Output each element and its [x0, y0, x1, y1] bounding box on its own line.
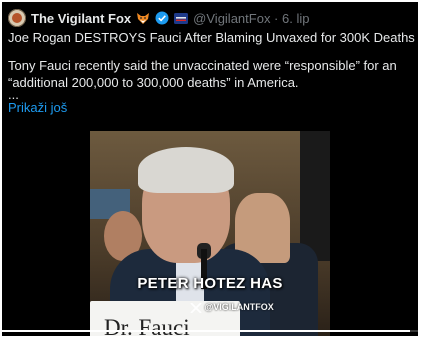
affiliation-flag-icon[interactable]	[174, 12, 189, 24]
avatar-ring	[8, 9, 26, 27]
tweet-body-line: “additional 200,000 to 300,000 deaths” i…	[8, 75, 299, 90]
show-more-link[interactable]: Prikaži još	[8, 100, 67, 115]
author-name[interactable]: The Vigilant Fox	[31, 11, 131, 26]
nameplate-text: Dr. Fauci	[104, 315, 190, 336]
fox-emoji-icon	[137, 12, 150, 24]
x-logo-icon	[190, 302, 202, 313]
video-player[interactable]: Dr. Fauci PETER HOTEZ HAS @VIGILANTFOX	[90, 131, 330, 336]
video-speaker-hair	[138, 147, 234, 193]
handle-and-date[interactable]: @VigilantFox · 6. lip	[193, 11, 309, 26]
video-caption: PETER HOTEZ HAS	[137, 275, 283, 292]
tweet-body-line: Tony Fauci recently said the unvaccinate…	[8, 58, 397, 73]
video-watermark: @VIGILANTFOX	[190, 302, 274, 313]
video-camera-equipment	[300, 131, 330, 261]
watermark-text: @VIGILANTFOX	[204, 302, 274, 312]
tweet-header: The Vigilant Fox @VigilantFox · 6. lip	[8, 8, 309, 28]
tweet-headline: Joe Rogan DESTROYS Fauci After Blaming U…	[8, 30, 415, 45]
verified-badge-icon[interactable]	[155, 11, 169, 25]
avatar[interactable]	[8, 9, 26, 27]
video-progress-fill	[2, 330, 410, 332]
video-progress-bar[interactable]	[2, 330, 418, 332]
tweet-card: The Vigilant Fox @VigilantFox · 6. lip J…	[2, 2, 418, 336]
